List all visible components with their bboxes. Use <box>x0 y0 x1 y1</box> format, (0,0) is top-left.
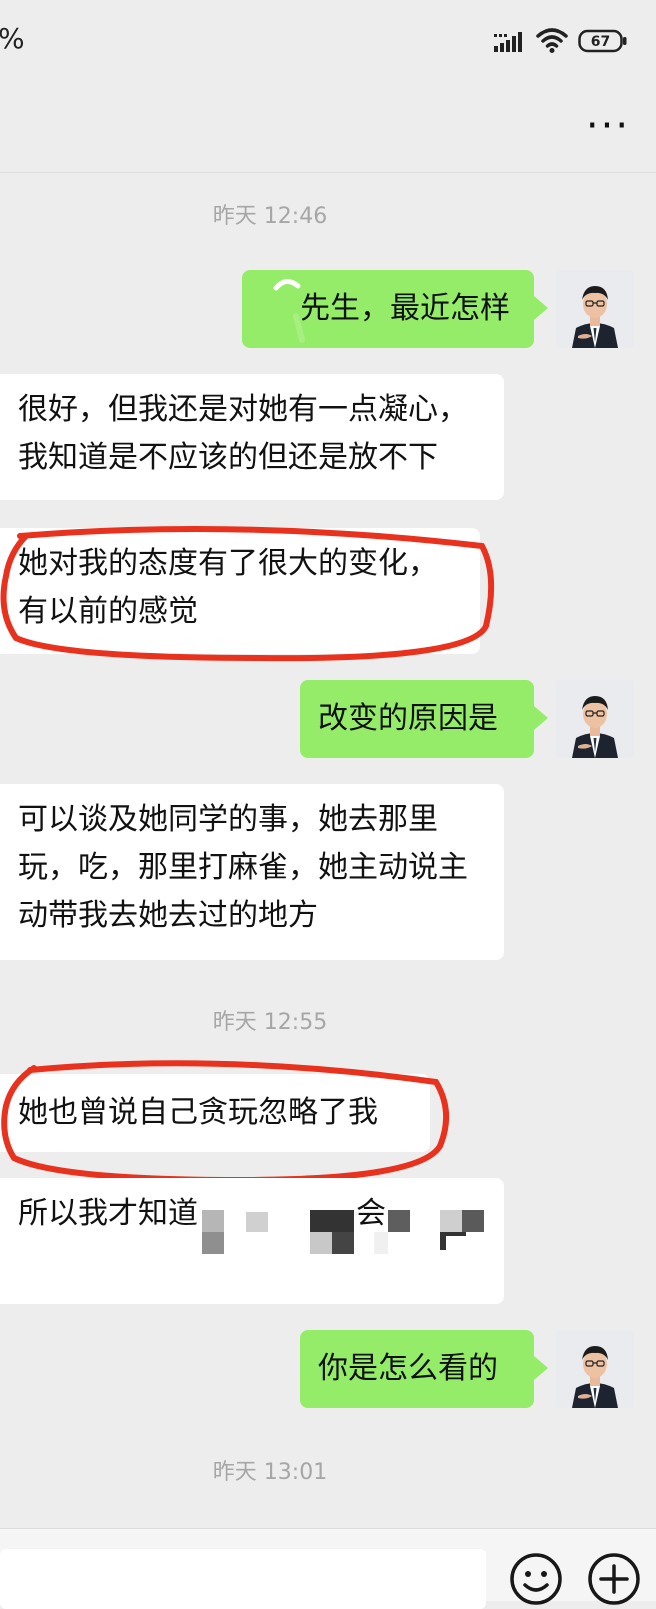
message-text: 你是怎么看的 <box>318 1351 498 1386</box>
battery-level-text: 67 <box>591 34 610 50</box>
obscured-sticker <box>262 270 308 348</box>
message-line: 玩，吃，那里打麻雀，她主动说主 <box>18 850 468 885</box>
received-message-bubble[interactable]: 她也曾说自己贪玩忽略了我 <box>0 1074 430 1152</box>
received-message-bubble[interactable]: 很好，但我还是对她有一点凝心， 我知道是不应该的但还是放不下 <box>0 374 504 500</box>
message-input[interactable] <box>0 1549 486 1609</box>
message-line: 可以谈及她同学的事，她去那里 <box>18 802 438 837</box>
message-line: 她也曾说自己贪玩忽略了我 <box>18 1095 378 1130</box>
message-line: 她对我的态度有了很大的变化， <box>18 546 438 581</box>
chat-input-bar <box>0 1528 656 1609</box>
avatar-photo <box>556 680 634 758</box>
chat-header: ··· <box>0 80 656 173</box>
status-left-glyph: % <box>0 22 25 55</box>
message-line: 很好，但我还是对她有一点凝心， <box>18 392 468 427</box>
message-line: 动带我去她去过的地方 <box>18 898 318 933</box>
sent-message-bubble[interactable]: 改变的原因是 <box>300 680 548 758</box>
status-bar: % 67 <box>0 0 656 80</box>
received-message-bubble[interactable]: 她对我的态度有了很大的变化， 有以前的感觉 <box>0 528 480 654</box>
battery-icon: 67 <box>578 29 627 53</box>
message-line: 所以我才知道 <box>18 1196 198 1231</box>
signal-icon <box>494 32 522 52</box>
received-message-bubble[interactable]: 可以谈及她同学的事，她去那里 玩，吃，那里打麻雀，她主动说主 动带我去她去过的地… <box>0 784 504 960</box>
message-text: 先生，最近怎样 <box>300 291 510 326</box>
plus-icon[interactable] <box>586 1551 642 1607</box>
more-button[interactable]: ··· <box>584 103 632 149</box>
sent-message-bubble[interactable]: 你是怎么看的 <box>300 1330 548 1408</box>
avatar[interactable] <box>556 270 634 348</box>
timestamp: 昨天 12:46 <box>212 204 328 229</box>
avatar[interactable] <box>556 680 634 758</box>
pixelated-redaction <box>202 1210 484 1254</box>
avatar-photo <box>556 270 634 348</box>
timestamp: 昨天 13:01 <box>212 1460 328 1485</box>
avatar[interactable] <box>556 1330 634 1408</box>
avatar-photo <box>556 1330 634 1408</box>
message-line: 我知道是不应该的但还是放不下 <box>18 440 438 475</box>
emoji-icon[interactable] <box>508 1551 564 1607</box>
timestamp: 昨天 12:55 <box>212 1010 328 1035</box>
message-text: 改变的原因是 <box>318 701 498 736</box>
more-icon: ··· <box>585 103 631 149</box>
wifi-icon <box>536 28 568 53</box>
message-line: 有以前的感觉 <box>18 594 198 629</box>
